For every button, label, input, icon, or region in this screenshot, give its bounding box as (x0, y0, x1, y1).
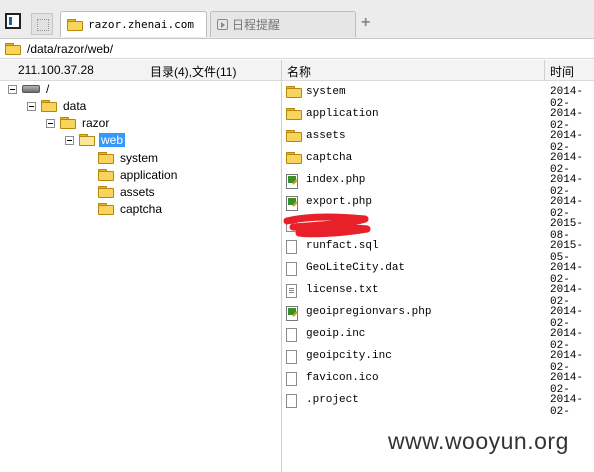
file-row[interactable]: GeoLiteCity.dat 2014-02- (282, 258, 594, 286)
server-ip: 211.100.37.28 (18, 63, 94, 77)
drive-icon (22, 85, 40, 93)
tree-node-label: / (46, 82, 50, 96)
file-name: application (306, 108, 379, 120)
php-file-icon (286, 196, 298, 211)
column-header-time[interactable]: 时间 (550, 63, 574, 80)
tree-node-label-selected: web (99, 133, 126, 147)
file-icon (286, 394, 297, 408)
file-name: export.php (306, 196, 373, 208)
file-row[interactable]: system 2014-02- (282, 82, 594, 110)
open-folder-icon (79, 134, 95, 146)
file-list-panel: 名称 时间 system 2014-02- application 2014-02- a… (282, 60, 594, 472)
folder-icon (98, 152, 114, 164)
column-divider[interactable] (544, 60, 545, 80)
file-row[interactable]: favicon.ico 2014-02- (282, 368, 594, 396)
text-file-icon (286, 284, 297, 298)
file-row[interactable]: index.php 2014-02- (282, 170, 594, 198)
tree-node-data[interactable]: data (41, 98, 88, 114)
file-name: runfact.sql (306, 240, 379, 252)
file-icon (286, 372, 297, 386)
tree-node-web[interactable]: web (79, 132, 126, 148)
collapse-toggle[interactable] (8, 85, 17, 94)
tab-bar: razor.zhenai.com 日程提醒 + (0, 0, 594, 39)
side-panel-toggle-icon[interactable] (5, 13, 21, 29)
file-name: assets (306, 130, 346, 142)
tree-node-label: razor (82, 116, 110, 130)
folder-icon (98, 186, 114, 198)
file-row[interactable]: .project 2014-02- (282, 390, 594, 418)
collapse-toggle[interactable] (27, 102, 36, 111)
tab-label: razor.zhenai.com (88, 18, 194, 31)
new-tab-button[interactable]: + (361, 14, 370, 32)
file-icon (286, 262, 297, 276)
file-icon (286, 240, 297, 254)
file-name: index.php (306, 174, 366, 186)
tree-node-system[interactable]: system (98, 150, 160, 166)
tree-node-captcha[interactable]: captcha (98, 201, 164, 217)
file-name: geoipregionvars.php (306, 306, 432, 318)
tab-razor[interactable]: razor.zhenai.com (60, 11, 207, 37)
blank-page-icon (37, 19, 49, 31)
folder-icon (286, 86, 302, 101)
collapse-toggle[interactable] (65, 136, 74, 145)
file-row[interactable]: geoipcity.inc 2014-02- (282, 346, 594, 374)
address-bar[interactable]: /data/razor/web/ (0, 39, 594, 59)
tree-node-label: application (120, 168, 178, 182)
file-list-header: 名称 时间 (282, 60, 594, 81)
folder-icon (67, 18, 83, 31)
file-name: system (306, 86, 346, 98)
tab-label: 日程提醒 (232, 18, 281, 32)
file-name: captcha (306, 152, 353, 164)
schedule-icon (217, 19, 228, 30)
file-row[interactable]: assets 2014-02- (282, 126, 594, 154)
tree-node-label: data (63, 99, 87, 113)
tree-node-label: system (120, 151, 159, 165)
file-row[interactable]: captcha 2014-02- (282, 148, 594, 176)
redaction-scribble (283, 213, 371, 238)
column-header-name[interactable]: 名称 (287, 63, 311, 80)
php-file-icon (286, 174, 298, 189)
folder-icon (41, 100, 57, 112)
folder-icon (98, 169, 114, 181)
tree-node-razor[interactable]: razor (60, 115, 111, 131)
file-name: license.txt (306, 284, 379, 296)
folder-icon (98, 203, 114, 215)
file-name: geoipcity.inc (306, 350, 392, 362)
address-path: /data/razor/web/ (27, 41, 114, 56)
file-name: geoip.inc (306, 328, 366, 340)
file-row[interactable]: geoipregionvars.php 2014-02- (282, 302, 594, 330)
blank-tab-button[interactable] (31, 13, 53, 35)
file-name: favicon.ico (306, 372, 379, 384)
tree-node-application[interactable]: application (98, 167, 179, 183)
file-icon (286, 350, 297, 364)
tree-header: 211.100.37.28 目录(4),文件(11) (0, 60, 281, 81)
directory-tree-panel: 211.100.37.28 目录(4),文件(11) / data razor … (0, 60, 282, 472)
folder-icon (60, 117, 76, 129)
folder-icon (286, 130, 302, 145)
file-time: 2014-02- (550, 394, 584, 418)
folder-icon (286, 152, 302, 167)
folder-icon (5, 42, 21, 55)
file-row[interactable]: application 2014-02- (282, 104, 594, 132)
file-name: GeoLiteCity.dat (306, 262, 406, 274)
folder-icon (286, 108, 302, 123)
tree-node-root[interactable]: / (22, 81, 51, 97)
collapse-toggle[interactable] (46, 119, 55, 128)
file-icon (286, 328, 297, 342)
php-file-icon (286, 306, 298, 321)
file-row[interactable]: geoip.inc 2014-02- (282, 324, 594, 352)
file-name: .project (306, 394, 359, 406)
item-count: 目录(4),文件(11) (150, 65, 237, 79)
file-row[interactable]: export.php 2014-02- (282, 192, 594, 220)
file-row[interactable]: license.txt 2014-02- (282, 280, 594, 308)
watermark: www.wooyun.org (388, 428, 569, 454)
tree-node-assets[interactable]: assets (98, 184, 157, 200)
tab-schedule[interactable]: 日程提醒 (210, 11, 356, 37)
tree-node-label: captcha (120, 202, 163, 216)
tree-node-label: assets (120, 185, 155, 199)
